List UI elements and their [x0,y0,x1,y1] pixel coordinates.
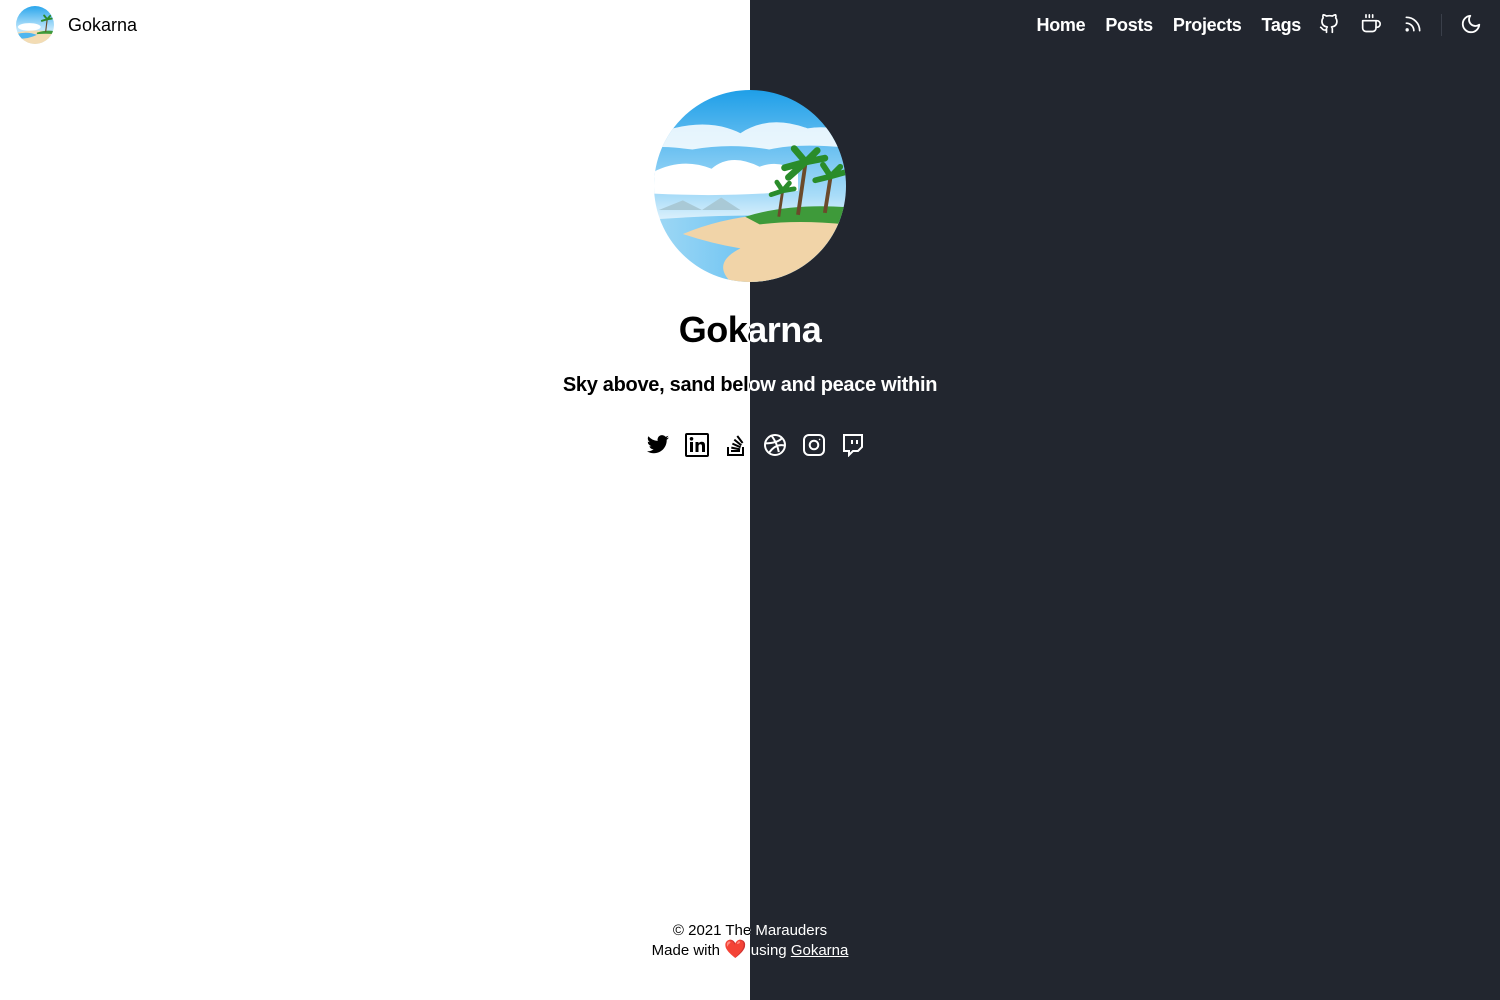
twitch-icon[interactable] [841,433,865,457]
linkedin-icon[interactable] [684,433,709,457]
footer-gokarna-link-dark[interactable]: Gokarna [791,942,849,959]
heart-icon: ❤️ [724,939,747,959]
stackoverflow-icon[interactable] [724,433,748,457]
twitter-icon[interactable] [646,433,670,457]
dribbble-icon[interactable] [763,433,787,457]
footer-using-dark: using [750,942,787,959]
instagram-icon[interactable] [802,433,826,457]
footer-made-with: Made with [651,942,721,959]
